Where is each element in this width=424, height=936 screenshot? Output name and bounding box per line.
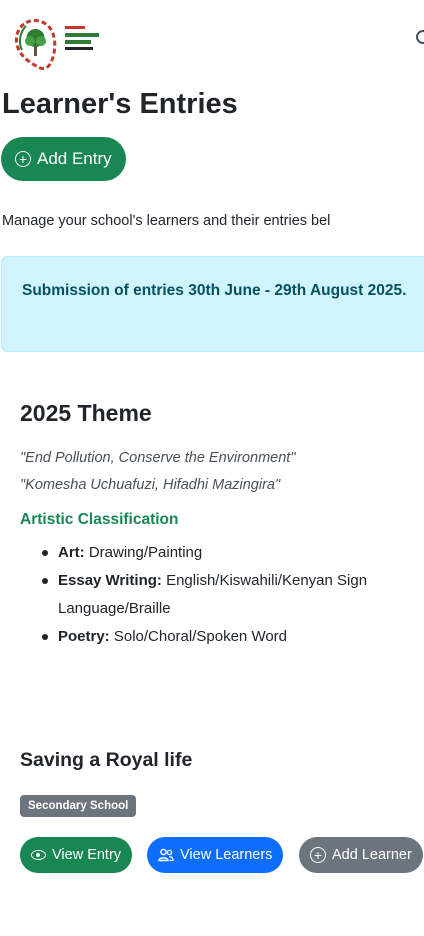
classification-list: Art: Drawing/Painting Essay Writing: Eng… xyxy=(20,539,424,651)
bullet-icon xyxy=(42,550,48,556)
view-learners-button[interactable]: View Learners xyxy=(147,837,284,873)
awards-logo-icon xyxy=(14,19,99,70)
submission-notice-text: Submission of entries 30th June - 29th A… xyxy=(22,282,407,299)
plus-circle-icon: + xyxy=(310,847,326,863)
classification-value: Drawing/Painting xyxy=(84,544,203,561)
top-navbar xyxy=(0,0,424,78)
theme-title: 2025 Theme xyxy=(20,400,152,426)
classification-value: Solo/Choral/Spoken Word xyxy=(109,628,288,645)
list-item: Poetry: Solo/Choral/Spoken Word xyxy=(36,623,424,651)
view-entry-button[interactable]: View Entry xyxy=(20,837,133,873)
plus-circle-icon: + xyxy=(15,151,31,167)
view-entry-label: View Entry xyxy=(52,847,122,863)
theme-quotes: "End Pollution, Conserve the Environment… xyxy=(20,445,424,499)
intro-text: Manage your school's learners and their … xyxy=(2,213,331,229)
add-entry-button[interactable]: + Add Entry xyxy=(1,137,126,181)
search-icon[interactable] xyxy=(416,30,424,44)
entry-title: Saving a Royal life xyxy=(20,749,193,771)
view-learners-label: View Learners xyxy=(180,847,273,863)
add-learner-label: Add Learner xyxy=(332,847,412,863)
add-learner-button[interactable]: + Add Learner xyxy=(299,837,423,873)
submission-notice: Submission of entries 30th June - 29th A… xyxy=(1,256,424,352)
classification-label: Poetry: xyxy=(58,628,110,645)
theme-quote-english: "End Pollution, Conserve the Environment… xyxy=(20,450,296,466)
eye-icon xyxy=(31,850,46,860)
site-logo[interactable] xyxy=(10,12,114,76)
bullet-icon xyxy=(42,578,48,584)
classification-title: Artistic Classification xyxy=(20,511,179,528)
classification-label: Art: xyxy=(58,544,85,561)
theme-quote-kiswahili: "Komesha Uchuafuzi, Hifadhi Mazingira" xyxy=(20,477,281,493)
list-item: Essay Writing: English/Kiswahili/Kenyan … xyxy=(36,567,424,623)
users-icon xyxy=(158,848,174,862)
bullet-icon xyxy=(42,634,48,640)
theme-section: 2025 Theme "End Pollution, Conserve the … xyxy=(20,400,424,651)
classification-label: Essay Writing: xyxy=(58,572,162,589)
add-entry-label: Add Entry xyxy=(37,149,112,168)
school-level-badge: Secondary School xyxy=(20,795,137,817)
list-item: Art: Drawing/Painting xyxy=(36,539,424,567)
page-title: Learner's Entries xyxy=(2,88,238,120)
